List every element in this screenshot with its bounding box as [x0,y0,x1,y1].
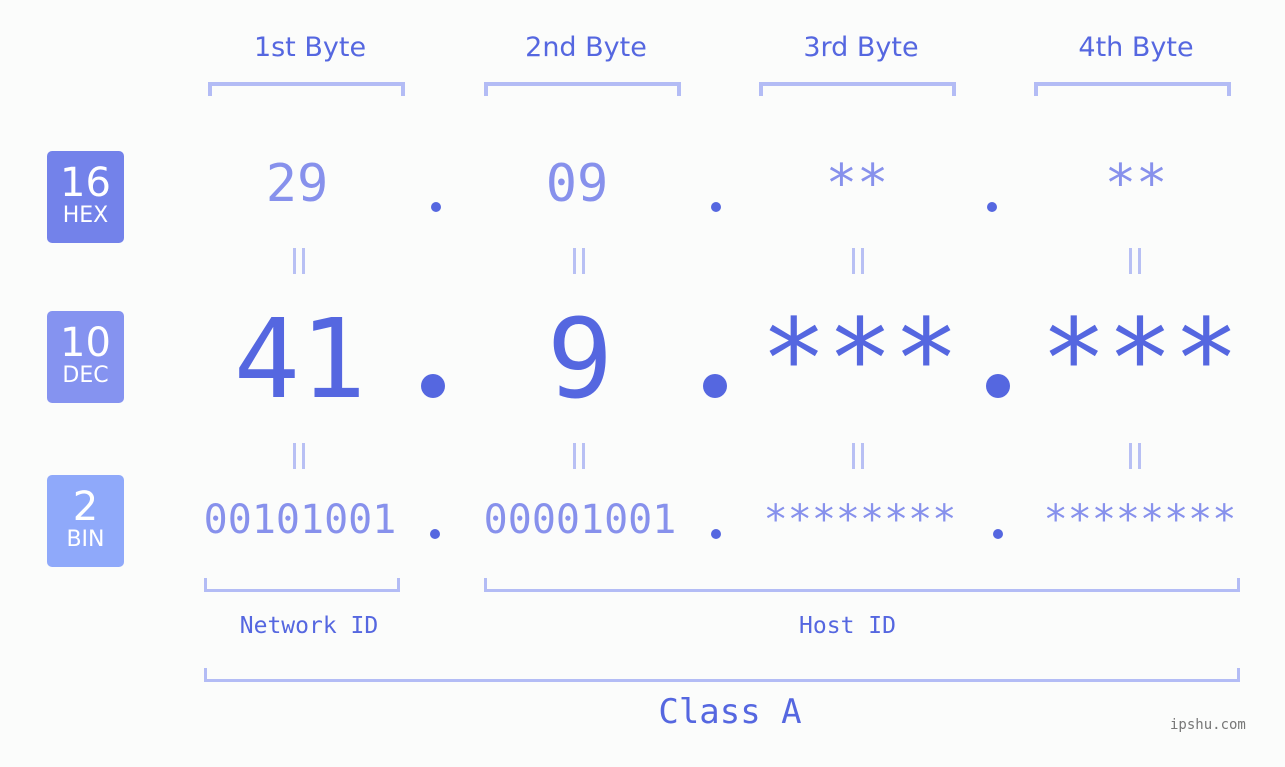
dec-badge-number: 10 [60,320,111,366]
bin-byte-2: 00001001 [483,497,677,543]
host-id-bracket [484,578,1240,592]
dec-badge: 10 DEC [47,311,124,403]
bin-badge-number: 2 [72,484,99,530]
class-label: Class A [658,692,802,732]
byte-header-4: 4th Byte [1078,32,1194,63]
equals-icon [852,443,864,469]
byte-bracket-3 [759,82,956,96]
class-bracket [204,668,1240,682]
equals-icon [573,443,585,469]
byte-header-3: 3rd Byte [803,32,919,63]
host-id-label: Host ID [799,613,896,639]
bin-badge: 2 BIN [47,475,124,567]
equals-icon [1129,248,1141,274]
hex-separator-dot [711,202,721,212]
dec-separator-dot [421,374,445,398]
hex-byte-1: 29 [265,154,329,214]
byte-bracket-4 [1034,82,1231,96]
hex-byte-2: 09 [545,154,609,214]
byte-header-1: 1st Byte [253,32,367,63]
dec-byte-4: *** [1040,295,1240,423]
hex-separator-dot [431,202,441,212]
byte-header-2: 2nd Byte [525,32,647,63]
dec-byte-1: 41 [233,295,367,423]
bin-badge-label: BIN [66,527,105,552]
dec-separator-dot [986,374,1010,398]
byte-bracket-1 [208,82,405,96]
hex-byte-4: ** [1104,154,1168,214]
bin-byte-1: 00101001 [203,497,397,543]
hex-badge-number: 16 [60,160,111,206]
equals-icon [293,443,305,469]
byte-bracket-2 [484,82,681,96]
network-id-bracket [204,578,400,592]
dec-byte-3: *** [760,295,960,423]
equals-icon [573,248,585,274]
bin-separator-dot [993,529,1003,539]
dec-badge-label: DEC [62,363,109,388]
bin-separator-dot [711,529,721,539]
hex-badge-label: HEX [62,203,109,228]
bin-separator-dot [430,529,440,539]
hex-separator-dot [987,202,997,212]
equals-icon [852,248,864,274]
bin-byte-3: ******** [763,497,957,543]
equals-icon [293,248,305,274]
hex-byte-3: ** [825,154,889,214]
hex-badge: 16 HEX [47,151,124,243]
network-id-label: Network ID [239,613,379,639]
watermark: ipshu.com [1170,717,1246,733]
bin-byte-4: ******** [1043,497,1237,543]
equals-icon [1129,443,1141,469]
dec-byte-2: 9 [546,295,614,423]
dec-separator-dot [703,374,727,398]
